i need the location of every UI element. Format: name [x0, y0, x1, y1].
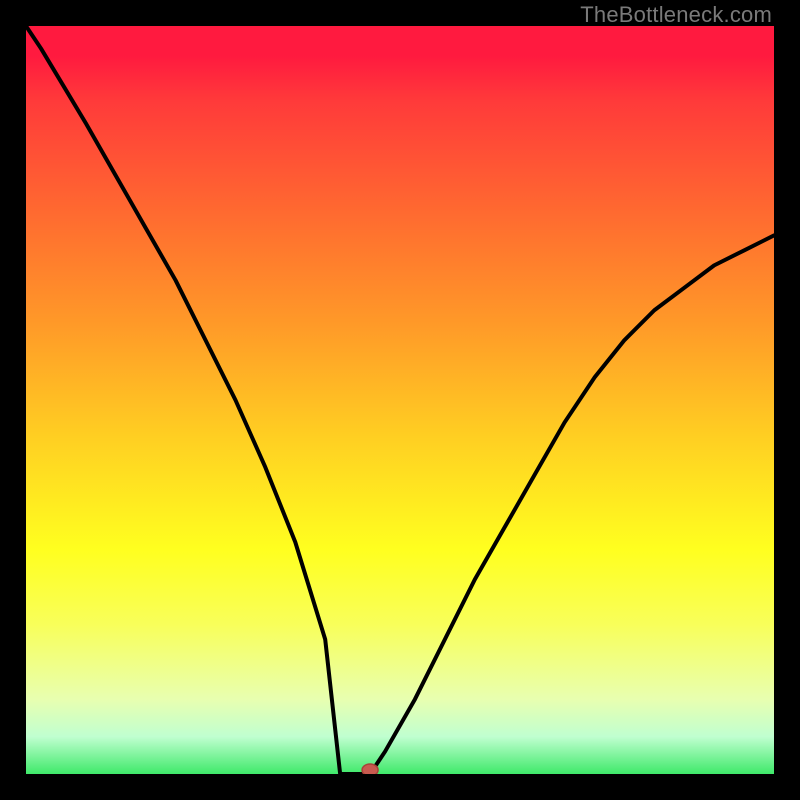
- watermark-text: TheBottleneck.com: [580, 2, 772, 28]
- curve-layer: [26, 26, 774, 774]
- plot-area: [26, 26, 774, 774]
- bottleneck-curve: [26, 26, 774, 774]
- chart-frame: TheBottleneck.com: [0, 0, 800, 800]
- optimum-marker: [362, 764, 378, 774]
